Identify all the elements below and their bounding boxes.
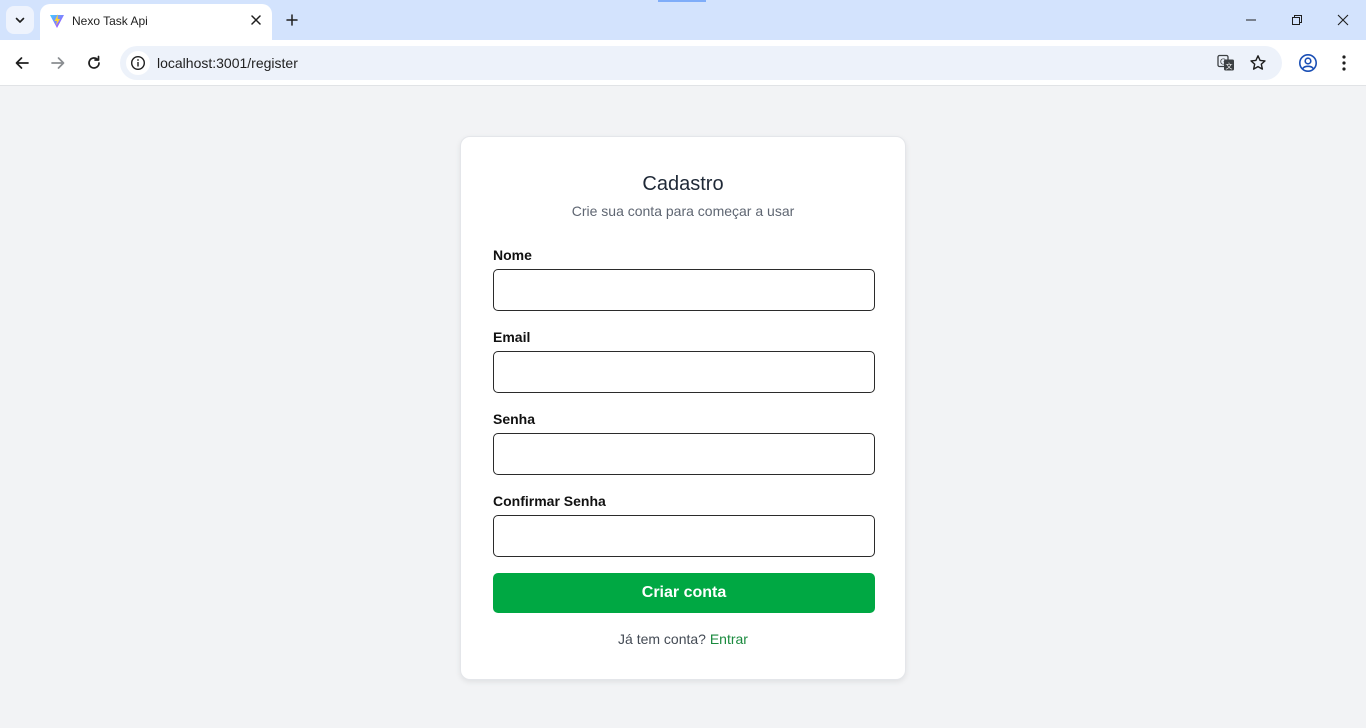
browser-tab[interactable]: Nexo Task Api (40, 4, 272, 40)
create-account-button[interactable]: Criar conta (493, 573, 875, 613)
tab-strip-indicator (658, 0, 706, 2)
profile-button[interactable] (1296, 51, 1320, 75)
info-icon (130, 55, 146, 71)
tab-close-button[interactable] (248, 12, 264, 28)
plus-icon (286, 14, 298, 26)
site-info-button[interactable] (126, 51, 150, 75)
close-window-button[interactable] (1320, 0, 1366, 40)
login-prompt: Já tem conta? Entrar (461, 631, 905, 647)
name-input[interactable] (493, 269, 875, 311)
svg-text:文: 文 (1226, 61, 1233, 70)
arrow-right-icon (51, 57, 65, 69)
more-vert-icon (1342, 55, 1346, 71)
minimize-icon (1246, 19, 1256, 21)
arrow-left-icon (15, 57, 29, 69)
browser-menu-button[interactable] (1332, 51, 1356, 75)
reload-button[interactable] (80, 49, 108, 77)
account-icon (1299, 54, 1317, 72)
login-prompt-text: Já tem conta? (618, 631, 706, 647)
bookmark-button[interactable] (1248, 53, 1268, 73)
restore-button[interactable] (1274, 0, 1320, 40)
password-input[interactable] (493, 433, 875, 475)
tab-title: Nexo Task Api (72, 14, 148, 28)
forward-button[interactable] (44, 49, 72, 77)
confirm-password-input[interactable] (493, 515, 875, 557)
translate-icon: G 文 (1217, 54, 1234, 71)
new-tab-button[interactable] (282, 10, 302, 30)
chevron-down-icon (15, 17, 25, 23)
minimize-button[interactable] (1228, 0, 1274, 40)
tab-search-button[interactable] (6, 6, 34, 34)
browser-toolbar: localhost:3001/register G 文 (0, 40, 1366, 86)
address-bar[interactable]: localhost:3001/register G 文 (120, 46, 1282, 80)
confirm-password-label: Confirmar Senha (493, 493, 606, 509)
restore-icon (1292, 15, 1302, 25)
register-card: Cadastro Crie sua conta para começar a u… (460, 136, 906, 680)
vite-logo-icon (50, 14, 64, 28)
tab-strip: Nexo Task Api (0, 0, 1366, 40)
email-input[interactable] (493, 351, 875, 393)
login-link[interactable]: Entrar (710, 631, 748, 647)
url-text[interactable]: localhost:3001/register (157, 55, 298, 71)
page-title: Cadastro (642, 173, 724, 195)
reload-icon (88, 55, 100, 69)
back-button[interactable] (8, 49, 36, 77)
password-label: Senha (493, 411, 536, 427)
name-label: Nome (493, 247, 532, 263)
star-icon (1250, 55, 1266, 70)
close-icon (251, 15, 261, 25)
page-subtitle: Crie sua conta para começar a usar (571, 203, 795, 219)
email-label: Email (493, 329, 531, 345)
close-icon (1337, 14, 1349, 26)
translate-button[interactable]: G 文 (1216, 53, 1236, 73)
